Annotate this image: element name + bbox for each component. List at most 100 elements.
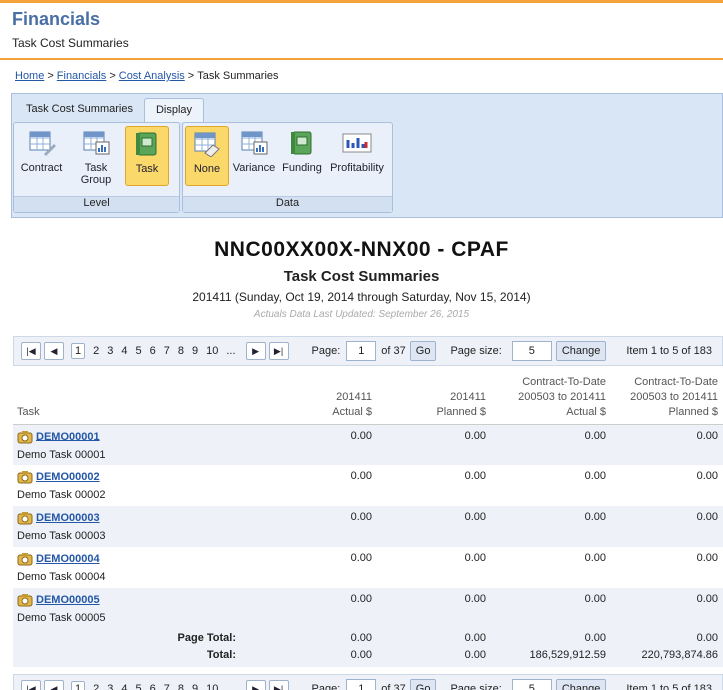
green-book-icon: [132, 130, 162, 158]
page-link-1[interactable]: 1: [71, 343, 86, 359]
page-number-input[interactable]: 1: [346, 341, 377, 361]
column-label-line: Planned $: [668, 405, 718, 418]
value-cell: 0.00: [377, 506, 491, 547]
page-count: of 37: [381, 345, 406, 357]
value-cell: 0.00: [241, 424, 377, 465]
value-cell: 0.00: [584, 470, 606, 482]
change-button[interactable]: Change: [555, 341, 607, 361]
first-page-icon[interactable]: |◀: [21, 680, 41, 690]
grand-total-label: Total:: [13, 646, 241, 667]
breadcrumb-home[interactable]: Home: [15, 70, 44, 82]
table-row: DEMO00003 Demo Task 00003 0.00 0.00 0.00 …: [13, 506, 723, 547]
page-link-5[interactable]: 5: [136, 683, 142, 690]
value-cell: 0.00: [241, 588, 377, 629]
value-cell: 0.00: [377, 424, 491, 465]
go-button[interactable]: Go: [409, 341, 437, 361]
page-link-more[interactable]: ...: [226, 683, 235, 690]
task-link[interactable]: DEMO00001: [36, 430, 100, 442]
table-row: DEMO00004 Demo Task 00004 0.00 0.00 0.00 …: [13, 547, 723, 588]
prev-page-icon[interactable]: ◀: [44, 342, 64, 360]
page-link-10[interactable]: 10: [206, 683, 218, 690]
value-cell: 0.00: [696, 470, 718, 482]
page-link-7[interactable]: 7: [164, 683, 170, 690]
page-link-8[interactable]: 8: [178, 345, 184, 357]
task-button[interactable]: Task: [125, 126, 169, 186]
next-page-icon[interactable]: ▶: [245, 342, 266, 360]
page-link-7[interactable]: 7: [164, 345, 170, 357]
page-link-6[interactable]: 6: [150, 345, 156, 357]
grid-chart-icon: [81, 129, 111, 157]
column-label-line: Contract-To-Date: [634, 375, 718, 388]
page-total-row: Page Total: 0.00 0.00 0.00 0.00: [13, 629, 723, 646]
value-cell: 0.00: [241, 506, 377, 547]
grid-chart-icon: [239, 129, 269, 157]
page-link-4[interactable]: 4: [121, 345, 127, 357]
task-link[interactable]: DEMO00004: [36, 553, 100, 565]
column-label-line: Actual $: [566, 405, 606, 418]
page-size-label: Page size:: [450, 345, 502, 357]
breadcrumb-separator: >: [187, 70, 195, 82]
page-size-input[interactable]: 5: [511, 341, 552, 361]
page-link-1[interactable]: 1: [71, 681, 86, 690]
page-link-9[interactable]: 9: [192, 345, 198, 357]
grand-total-row: Total: 0.00 0.00 186,529,912.59 220,793,…: [13, 646, 723, 667]
change-button[interactable]: Change: [555, 679, 607, 690]
breadcrumb-cost-analysis[interactable]: Cost Analysis: [119, 70, 185, 82]
total-cell: 0.00: [491, 629, 611, 646]
page-link-2[interactable]: 2: [93, 683, 99, 690]
tab-task-cost-summaries[interactable]: Task Cost Summaries: [15, 98, 144, 122]
breadcrumb-financials[interactable]: Financials: [57, 70, 107, 82]
value-cell: 0.00: [611, 506, 723, 547]
task-cell: DEMO00002 Demo Task 00002: [13, 465, 241, 506]
report-period: 201411 (Sunday, Oct 19, 2014 through Sat…: [192, 290, 531, 304]
page-number-input[interactable]: 1: [346, 679, 377, 690]
page-link-10[interactable]: 10: [206, 345, 218, 357]
page-size-input[interactable]: 5: [511, 679, 552, 690]
column-label-line: 201411: [336, 390, 372, 403]
prev-page-icon[interactable]: ◀: [44, 680, 64, 690]
column-label-line: Planned $: [436, 405, 486, 418]
task-cell: DEMO00004 Demo Task 00004: [13, 547, 241, 588]
total-cell: 220,793,874.86: [611, 646, 723, 667]
go-button[interactable]: Go: [409, 679, 437, 690]
funding-button[interactable]: Funding: [279, 126, 325, 186]
page-link-3[interactable]: 3: [107, 345, 113, 357]
column-header: 201411 Planned $: [377, 371, 491, 425]
next-page-icon[interactable]: ▶: [245, 680, 266, 690]
task-group-button[interactable]: Task Group: [67, 126, 125, 186]
page-link-5[interactable]: 5: [136, 345, 142, 357]
contract-button[interactable]: Contract: [16, 126, 67, 186]
page-label: Page:: [311, 345, 341, 357]
task-link[interactable]: DEMO00003: [36, 512, 100, 524]
task-link[interactable]: DEMO00005: [36, 594, 100, 606]
value-cell: 0.00: [491, 588, 611, 629]
page-link-more[interactable]: ...: [226, 345, 235, 357]
task-icon: [17, 593, 33, 607]
page-link-9[interactable]: 9: [192, 683, 198, 690]
total-cell: 0.00: [241, 646, 377, 667]
column-label-line: Contract-To-Date: [522, 375, 606, 388]
task-icon: [17, 470, 33, 484]
task-summary-table: Task 201411 Actual $ 201411 Planned $ Cont…: [13, 371, 723, 667]
column-label-line: 201411: [450, 390, 486, 403]
page-link-2[interactable]: 2: [93, 345, 99, 357]
data-updated-note: Actuals Data Last Updated: September 26,…: [253, 309, 470, 320]
page-link-8[interactable]: 8: [178, 683, 184, 690]
variance-button[interactable]: Variance: [229, 126, 279, 186]
column-header: Contract-To-Date 200503 to 201411 Planned …: [611, 371, 723, 425]
page-count: of 37: [381, 683, 406, 690]
task-icon: [17, 511, 33, 525]
total-cell: 0.00: [241, 629, 377, 646]
page-link-6[interactable]: 6: [150, 683, 156, 690]
last-page-icon[interactable]: ▶|: [268, 680, 289, 690]
tab-display[interactable]: Display: [143, 98, 205, 122]
last-page-icon[interactable]: ▶|: [268, 342, 289, 360]
level-group-label: Level: [14, 196, 179, 212]
first-page-icon[interactable]: |◀: [21, 342, 41, 360]
none-button[interactable]: None: [185, 126, 229, 186]
page-link-4[interactable]: 4: [121, 683, 127, 690]
page-link-3[interactable]: 3: [107, 683, 113, 690]
profitability-button[interactable]: Profitability: [325, 126, 389, 186]
task-link[interactable]: DEMO00002: [36, 471, 100, 483]
task-cell: DEMO00001 Demo Task 00001: [13, 424, 241, 465]
